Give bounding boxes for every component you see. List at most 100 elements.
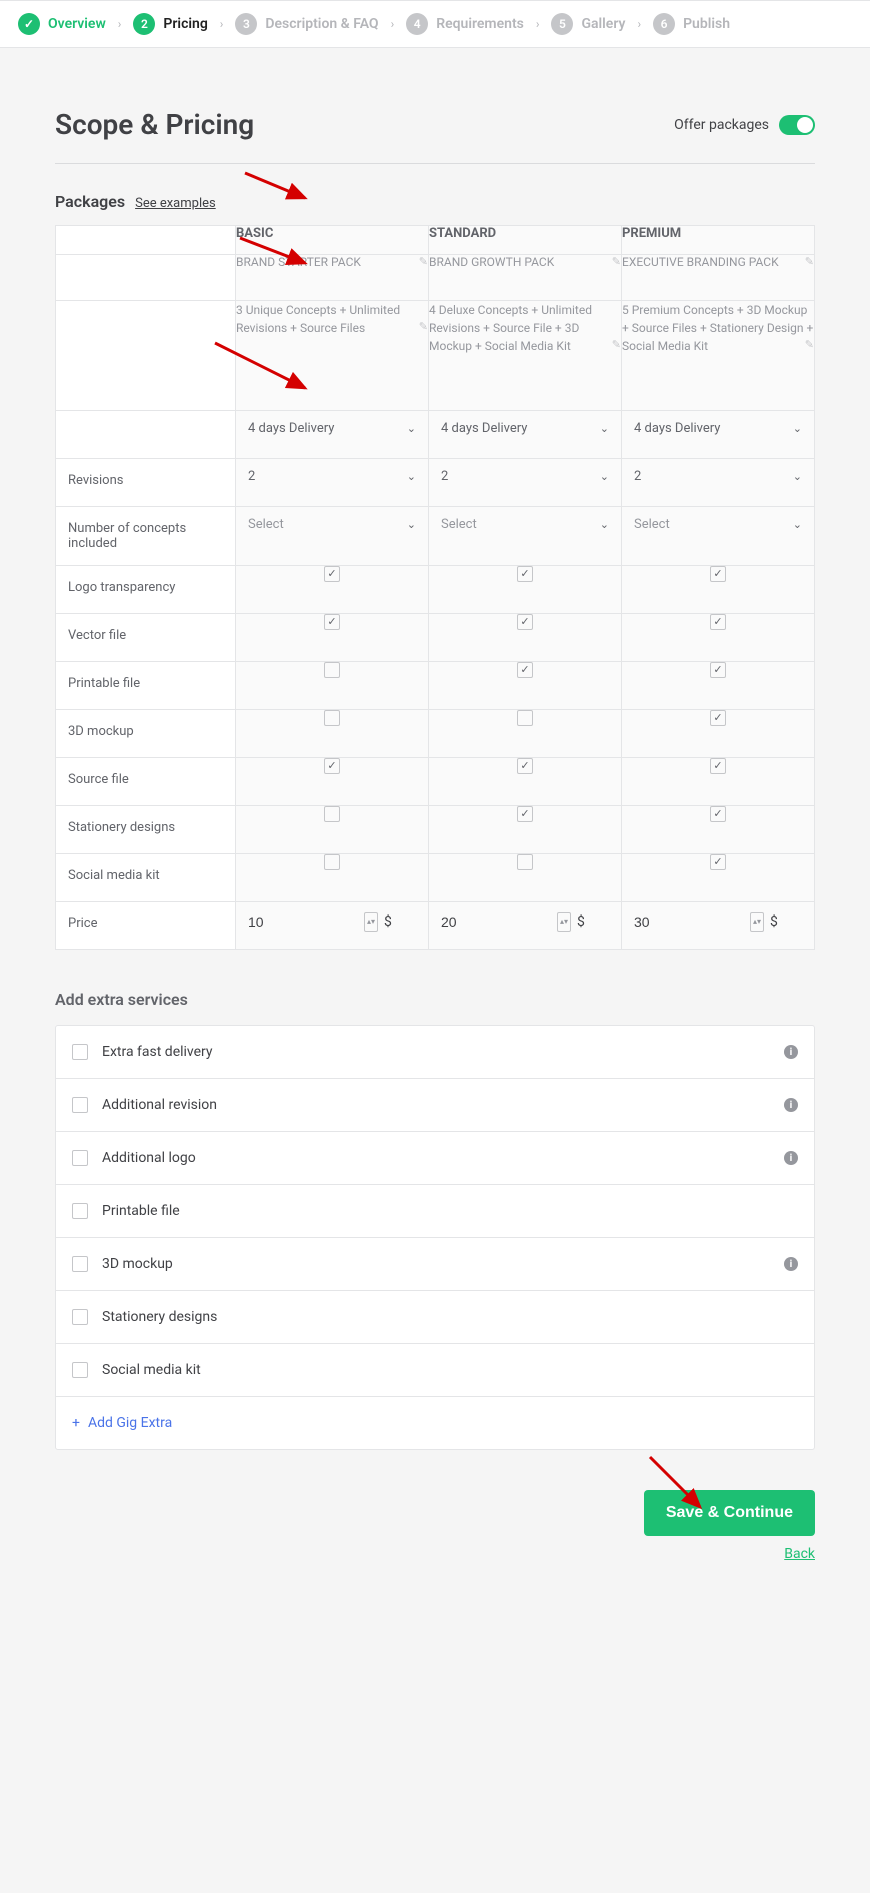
- back-link[interactable]: Back: [784, 1546, 815, 1562]
- checkbox-mockup3d-1[interactable]: [517, 710, 533, 726]
- checkbox-social-1[interactable]: [517, 854, 533, 870]
- chevron-down-icon: ⌄: [793, 518, 802, 531]
- extras-list: Extra fast delivery i Additional revision i…: [55, 1025, 815, 1450]
- extra-label: Additional revision: [102, 1097, 217, 1113]
- checkbox-transparency-2[interactable]: [710, 566, 726, 582]
- wizard-steps: ✓Overview›2Pricing›3Description & FAQ›4R…: [0, 0, 870, 48]
- step-label: Description & FAQ: [265, 16, 378, 32]
- price-premium-input[interactable]: [634, 914, 744, 930]
- name-standard[interactable]: BRAND GROWTH PACK✎: [429, 255, 622, 301]
- extra-checkbox[interactable]: [72, 1044, 88, 1060]
- checkbox-printable-0[interactable]: [324, 662, 340, 678]
- checkbox-mockup3d-0[interactable]: [324, 710, 340, 726]
- step-description-faq[interactable]: 3Description & FAQ: [235, 13, 378, 35]
- info-icon[interactable]: i: [784, 1151, 798, 1165]
- checkbox-printable-2[interactable]: [710, 662, 726, 678]
- info-icon[interactable]: i: [784, 1098, 798, 1112]
- extra-label: Extra fast delivery: [102, 1044, 213, 1060]
- stepper-icon[interactable]: ▴▾: [557, 912, 571, 932]
- stepper-icon[interactable]: ▴▾: [364, 912, 378, 932]
- tier-premium: PREMIUM: [622, 226, 815, 255]
- pencil-icon: ✎: [419, 255, 428, 268]
- see-examples-link[interactable]: See examples: [135, 196, 216, 211]
- extra-checkbox[interactable]: [72, 1097, 88, 1113]
- info-icon[interactable]: i: [784, 1045, 798, 1059]
- packages-heading: Packages: [55, 192, 125, 211]
- checkbox-source-0[interactable]: [324, 758, 340, 774]
- checkbox-vector-2[interactable]: [710, 614, 726, 630]
- info-icon[interactable]: i: [784, 1257, 798, 1271]
- extra-checkbox[interactable]: [72, 1150, 88, 1166]
- plus-icon: +: [72, 1415, 80, 1431]
- checkbox-source-1[interactable]: [517, 758, 533, 774]
- currency: $: [577, 914, 585, 930]
- chevron-down-icon: ⌄: [600, 422, 609, 435]
- price-standard-input[interactable]: [441, 914, 551, 930]
- price-basic-input[interactable]: [248, 914, 358, 930]
- extra-checkbox[interactable]: [72, 1256, 88, 1272]
- currency: $: [384, 914, 392, 930]
- extra-row: Additional revision i: [56, 1079, 814, 1132]
- extra-label: Additional logo: [102, 1150, 196, 1166]
- step-overview[interactable]: ✓Overview: [18, 13, 106, 35]
- step-label: Pricing: [163, 16, 207, 32]
- offer-packages-label: Offer packages: [674, 117, 769, 133]
- revisions-basic[interactable]: 2⌄: [236, 459, 428, 494]
- save-continue-button[interactable]: Save & Continue: [644, 1490, 815, 1536]
- checkbox-social-2[interactable]: [710, 854, 726, 870]
- tier-basic: BASIC: [236, 226, 429, 255]
- checkbox-transparency-1[interactable]: [517, 566, 533, 582]
- checkbox-mockup3d-2[interactable]: [710, 710, 726, 726]
- row-vector-label: Vector file: [56, 614, 236, 662]
- desc-standard[interactable]: 4 Deluxe Concepts + Unlimited Revisions …: [429, 301, 622, 411]
- chevron-right-icon: ›: [391, 17, 395, 31]
- chevron-down-icon: ⌄: [600, 518, 609, 531]
- row-price-label: Price: [56, 902, 236, 950]
- extra-row: Printable file: [56, 1185, 814, 1238]
- step-number: ✓: [18, 13, 40, 35]
- concepts-standard[interactable]: Select⌄: [429, 507, 621, 542]
- desc-premium[interactable]: 5 Premium Concepts + 3D Mockup + Source …: [622, 301, 815, 411]
- chevron-down-icon: ⌄: [407, 518, 416, 531]
- checkbox-stationery-0[interactable]: [324, 806, 340, 822]
- step-label: Publish: [683, 16, 730, 32]
- step-gallery[interactable]: 5Gallery: [551, 13, 625, 35]
- offer-packages-toggle[interactable]: [779, 115, 815, 135]
- add-gig-extra[interactable]: +Add Gig Extra: [56, 1397, 814, 1449]
- concepts-premium[interactable]: Select⌄: [622, 507, 814, 542]
- step-pricing[interactable]: 2Pricing: [133, 13, 207, 35]
- delivery-premium[interactable]: 4 days Delivery⌄: [622, 411, 814, 446]
- revisions-premium[interactable]: 2⌄: [622, 459, 814, 494]
- chevron-down-icon: ⌄: [600, 470, 609, 483]
- desc-basic[interactable]: 3 Unique Concepts + Unlimited Revisions …: [236, 301, 429, 411]
- row-printable-label: Printable file: [56, 662, 236, 710]
- row-stationery-label: Stationery designs: [56, 806, 236, 854]
- pencil-icon: ✎: [612, 337, 621, 354]
- pencil-icon: ✎: [805, 255, 814, 268]
- extras-heading: Add extra services: [55, 990, 815, 1009]
- step-number: 4: [406, 13, 428, 35]
- stepper-icon[interactable]: ▴▾: [750, 912, 764, 932]
- delivery-standard[interactable]: 4 days Delivery⌄: [429, 411, 621, 446]
- step-requirements[interactable]: 4Requirements: [406, 13, 524, 35]
- checkbox-vector-0[interactable]: [324, 614, 340, 630]
- extra-checkbox[interactable]: [72, 1362, 88, 1378]
- checkbox-stationery-1[interactable]: [517, 806, 533, 822]
- checkbox-transparency-0[interactable]: [324, 566, 340, 582]
- checkbox-vector-1[interactable]: [517, 614, 533, 630]
- revisions-standard[interactable]: 2⌄: [429, 459, 621, 494]
- concepts-basic[interactable]: Select⌄: [236, 507, 428, 542]
- checkbox-social-0[interactable]: [324, 854, 340, 870]
- checkbox-source-2[interactable]: [710, 758, 726, 774]
- checkbox-printable-1[interactable]: [517, 662, 533, 678]
- extra-checkbox[interactable]: [72, 1203, 88, 1219]
- name-basic[interactable]: BRAND STARTER PACK✎: [236, 255, 429, 301]
- currency: $: [770, 914, 778, 930]
- delivery-basic[interactable]: 4 days Delivery⌄: [236, 411, 428, 446]
- step-publish[interactable]: 6Publish: [653, 13, 730, 35]
- row-concepts-label: Number of concepts included: [56, 507, 236, 566]
- chevron-down-icon: ⌄: [793, 470, 802, 483]
- checkbox-stationery-2[interactable]: [710, 806, 726, 822]
- extra-checkbox[interactable]: [72, 1309, 88, 1325]
- name-premium[interactable]: EXECUTIVE BRANDING PACK✎: [622, 255, 815, 301]
